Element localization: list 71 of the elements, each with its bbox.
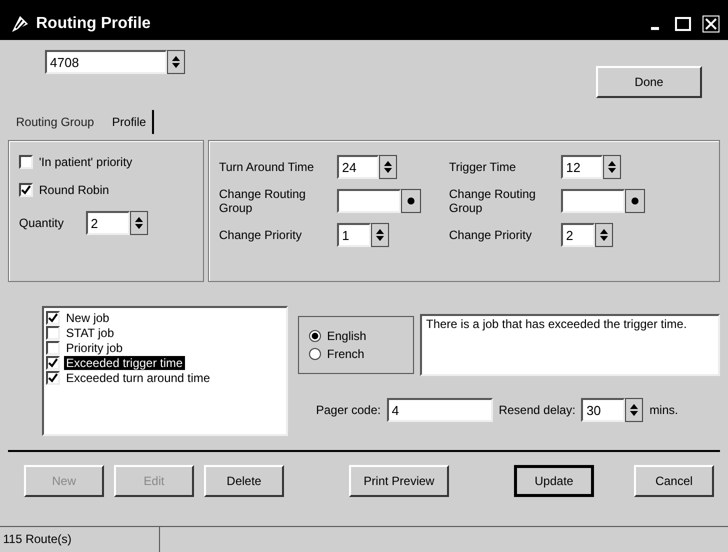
spin-button[interactable] xyxy=(130,211,148,235)
field-label: Change Routing Group xyxy=(219,187,307,215)
spin-arrows-icon xyxy=(170,54,182,70)
spin-button[interactable] xyxy=(625,398,644,422)
pager-code-label: Pager code: xyxy=(316,403,381,417)
radio-label: English xyxy=(327,329,366,343)
spin-arrows-icon xyxy=(374,227,386,243)
checkbox-label: Round Robin xyxy=(39,183,110,197)
pager-code-field[interactable]: 4 xyxy=(386,398,493,422)
resend-delay-label: Resend delay: xyxy=(498,403,576,417)
spin-arrows-icon xyxy=(382,159,394,175)
checkbox[interactable] xyxy=(46,370,60,384)
dot-icon xyxy=(631,197,639,205)
checkbox[interactable] xyxy=(19,155,33,169)
tab[interactable]: Profile xyxy=(110,110,154,134)
list-item[interactable]: Exceeded trigger time xyxy=(64,356,185,370)
browse-button[interactable] xyxy=(401,189,421,213)
action-button[interactable]: Print Preview xyxy=(349,465,449,497)
minimize-icon xyxy=(651,26,659,30)
dot-icon xyxy=(407,197,415,205)
checkbox[interactable] xyxy=(46,326,60,340)
spin-button[interactable] xyxy=(603,155,621,179)
field-label: Change Priority xyxy=(449,228,533,242)
spin-button[interactable] xyxy=(371,223,389,247)
quantity-spin-field[interactable]: 2 xyxy=(86,211,130,235)
close-button[interactable] xyxy=(700,13,722,35)
checkbox[interactable] xyxy=(46,310,60,324)
radio-button[interactable] xyxy=(309,330,321,342)
time-spin-field[interactable]: 12 xyxy=(561,155,603,179)
radio-button[interactable] xyxy=(309,348,321,360)
priority-spin-field[interactable]: 2 xyxy=(561,223,595,247)
field-label: Change Priority xyxy=(219,228,303,242)
spin-arrows-icon xyxy=(606,159,618,175)
spin-button[interactable] xyxy=(379,155,397,179)
routing-group-field[interactable] xyxy=(561,189,625,213)
list-item[interactable]: Exceeded turn around time xyxy=(64,370,212,384)
message-field[interactable]: There is a job that has exceeded the trigger time. xyxy=(420,314,720,376)
priority-spin-field[interactable]: 1 xyxy=(337,223,371,247)
list-item[interactable]: STAT job xyxy=(64,326,116,340)
spin-arrows-icon xyxy=(628,402,640,418)
unit-label: mins. xyxy=(649,403,678,417)
browse-button[interactable] xyxy=(625,189,645,213)
tab[interactable]: Routing Group xyxy=(14,110,102,134)
record-spin-field[interactable]: 4708 xyxy=(45,50,167,74)
action-button[interactable]: Delete xyxy=(204,465,284,497)
spin-button[interactable] xyxy=(595,223,613,247)
checkbox-label: 'In patient' priority xyxy=(39,155,132,169)
done-button[interactable]: Done xyxy=(596,66,702,98)
resend-delay-spin-field[interactable]: 30 xyxy=(581,398,626,422)
quantity-label: Quantity xyxy=(19,216,64,230)
app-icon xyxy=(10,14,30,34)
time-spin-field[interactable]: 24 xyxy=(337,155,379,179)
action-button[interactable]: Update xyxy=(514,465,594,497)
close-icon xyxy=(702,15,720,33)
field-label: Change Routing Group xyxy=(449,187,537,215)
field-label: Turn Around Time xyxy=(219,160,315,174)
spin-button[interactable] xyxy=(167,50,185,74)
action-button[interactable]: Cancel xyxy=(634,465,714,497)
checkbox[interactable] xyxy=(46,356,60,370)
window-title: Routing Profile xyxy=(36,15,152,33)
spin-arrows-icon xyxy=(132,215,145,231)
field-label: Trigger Time xyxy=(449,160,517,174)
maximize-icon xyxy=(675,17,691,31)
checkbox[interactable] xyxy=(46,340,60,354)
checkbox[interactable] xyxy=(19,183,33,197)
list-item[interactable]: Priority job xyxy=(64,340,125,354)
status-text: 115 Route(s) xyxy=(0,527,160,552)
list-item[interactable]: New job xyxy=(64,310,112,324)
spin-arrows-icon xyxy=(598,227,610,243)
radio-label: French xyxy=(327,347,364,361)
routing-group-field[interactable] xyxy=(337,189,401,213)
